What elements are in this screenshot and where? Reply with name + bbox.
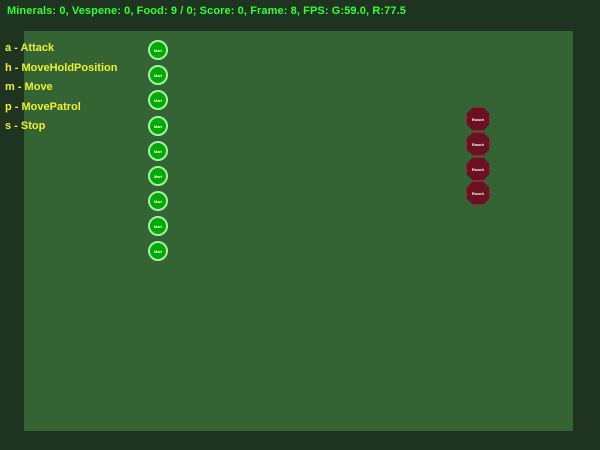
command-move-patrol[interactable]: p - MovePatrol — [5, 100, 117, 120]
friendly-unit[interactable]: Mari — [148, 141, 168, 161]
command-attack[interactable]: a - Attack — [5, 41, 117, 61]
command-move[interactable]: m - Move — [5, 80, 117, 100]
enemy-unit[interactable]: Roach — [466, 132, 490, 156]
command-stop[interactable]: s - Stop — [5, 119, 117, 139]
enemy-unit[interactable]: Roach — [466, 157, 490, 181]
friendly-unit[interactable]: Mari — [148, 116, 168, 136]
enemy-unit[interactable]: Roach — [466, 107, 490, 131]
friendly-unit[interactable]: Mari — [148, 241, 168, 261]
status-bar: Minerals: 0, Vespene: 0, Food: 9 / 0; Sc… — [7, 5, 406, 17]
command-move-hold-position[interactable]: h - MoveHoldPosition — [5, 61, 117, 81]
friendly-unit[interactable]: Mari — [148, 90, 168, 110]
friendly-unit[interactable]: Mari — [148, 65, 168, 85]
friendly-unit[interactable]: Mari — [148, 216, 168, 236]
friendly-unit[interactable]: Mari — [148, 40, 168, 60]
friendly-unit[interactable]: Mari — [148, 191, 168, 211]
enemy-unit[interactable]: Roach — [466, 181, 490, 205]
friendly-unit[interactable]: Mari — [148, 166, 168, 186]
command-list: a - Attack h - MoveHoldPosition m - Move… — [5, 41, 117, 139]
